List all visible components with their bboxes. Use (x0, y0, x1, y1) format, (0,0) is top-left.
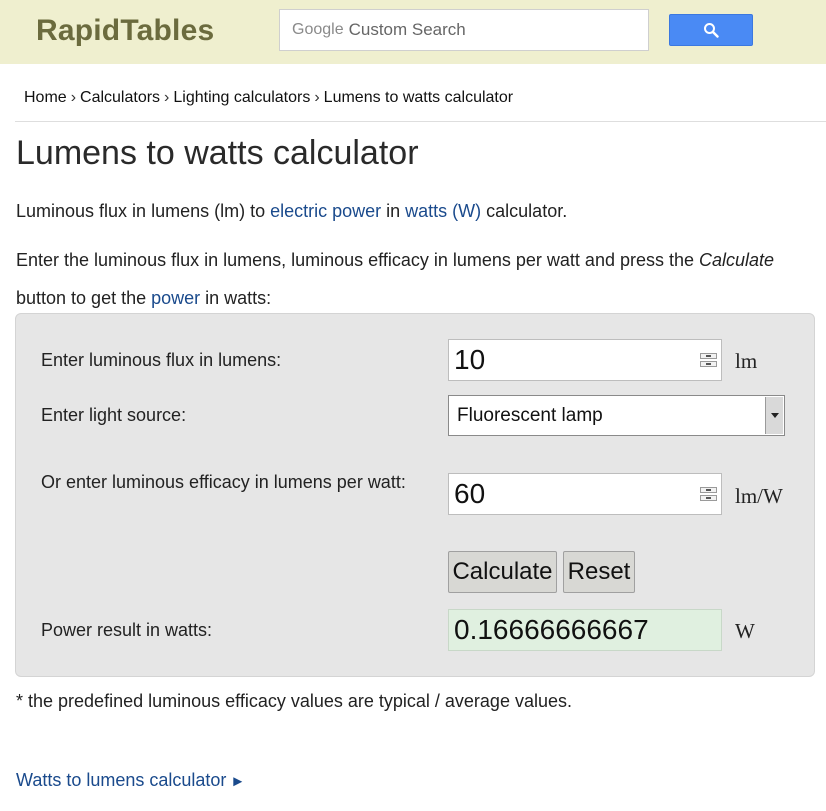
efficacy-label: Or enter luminous efficacy in lumens per… (41, 472, 406, 492)
efficacy-input[interactable]: 60 (448, 473, 722, 515)
light-source-select[interactable]: Fluorescent lamp (448, 395, 785, 436)
flux-spinner[interactable] (700, 353, 717, 367)
efficacy-value: 60 (454, 478, 486, 509)
instructions-text: Enter the luminous flux in lumens, lumin… (16, 241, 816, 317)
site-logo[interactable]: RapidTables (36, 14, 214, 48)
page-title: Lumens to watts calculator (16, 134, 419, 172)
chevron-down-icon[interactable] (765, 397, 783, 434)
calculate-button[interactable]: Calculate (448, 551, 557, 593)
efficacy-unit: lm/W (735, 484, 783, 508)
breadcrumb-separator: › (314, 89, 320, 106)
result-value: 0.16666666667 (454, 614, 649, 645)
divider (15, 121, 826, 122)
breadcrumb-separator: › (70, 89, 77, 106)
instructions-part: button to get the (16, 288, 152, 308)
calculator-panel: Enter luminous flux in lumens: 10 lm Ent… (15, 313, 815, 677)
instructions-part: in watts: (200, 288, 272, 308)
breadcrumb-separator: › (164, 89, 170, 106)
breadcrumb-current: Lumens to watts calculator (323, 89, 514, 106)
result-output[interactable]: 0.16666666667 (448, 609, 722, 651)
footnote: * the predefined luminous efficacy value… (16, 691, 572, 711)
watts-to-lumens-link[interactable]: Watts to lumens calculator ► (16, 770, 245, 791)
breadcrumb-lighting-calculators[interactable]: Lighting calculators (173, 89, 310, 106)
flux-value: 10 (454, 344, 486, 375)
reset-button[interactable]: Reset (563, 551, 635, 593)
intro-text-part: calculator. (481, 201, 568, 221)
result-label: Power result in watts: (41, 620, 213, 640)
instructions-part: Enter the luminous flux in lumens, lumin… (16, 250, 700, 270)
next-link-label: Watts to lumens calculator (16, 770, 227, 790)
electric-power-link[interactable]: electric power (270, 201, 381, 221)
search-button[interactable] (669, 14, 753, 46)
instructions-emphasis: Calculate (699, 250, 775, 270)
intro-text: Luminous flux in lumens (lm) to electric… (16, 201, 567, 222)
source-label: Enter light source: (41, 405, 187, 425)
flux-input[interactable]: 10 (448, 339, 722, 381)
breadcrumb-home[interactable]: Home (24, 89, 67, 106)
search-brand: Google (292, 21, 344, 38)
intro-text-part: Luminous flux in lumens (lm) to (16, 201, 271, 221)
search-placeholder: Custom Search (348, 20, 466, 39)
arrow-right-icon: ► (230, 773, 246, 790)
site-header: RapidTables Google Custom Search (0, 0, 826, 64)
breadcrumb: Home › Calculators › Lighting calculators › Lu… (24, 89, 513, 107)
search-icon (704, 23, 719, 38)
efficacy-spinner[interactable] (700, 487, 717, 501)
result-unit: W (735, 619, 755, 643)
flux-unit: lm (735, 349, 758, 373)
watts-link[interactable]: watts (W) (405, 201, 481, 221)
flux-label: Enter luminous flux in lumens: (41, 350, 282, 370)
intro-text-part: in (381, 201, 406, 221)
breadcrumb-calculators[interactable]: Calculators (80, 89, 160, 106)
power-link[interactable]: power (151, 288, 200, 308)
light-source-value: Fluorescent lamp (457, 404, 603, 426)
search-input[interactable]: Google Custom Search (279, 9, 649, 51)
